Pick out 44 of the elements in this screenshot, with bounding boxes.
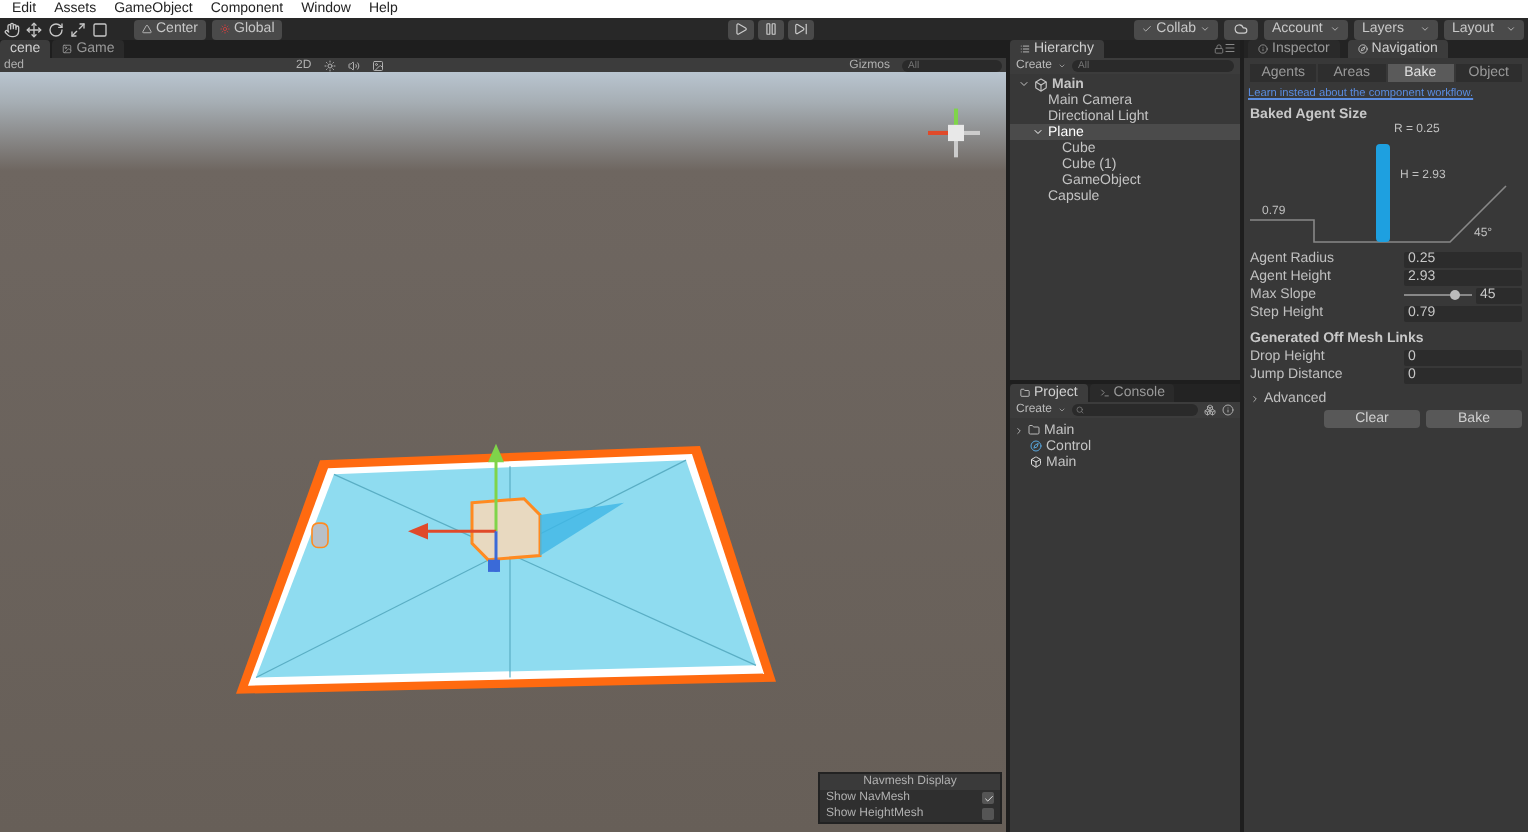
- check-icon: [983, 793, 993, 803]
- pause-icon: [764, 22, 779, 36]
- checkbox[interactable]: [982, 792, 994, 804]
- list-icon: [1020, 44, 1030, 54]
- hand-icon: [4, 21, 20, 37]
- lighting-icon: [323, 59, 336, 71]
- navmesh-asset-icon: [1030, 440, 1042, 452]
- filter-icon: [1204, 404, 1216, 416]
- folder-icon: [1028, 424, 1040, 436]
- caret-icon: [1330, 24, 1340, 34]
- cube-icon: [1034, 77, 1048, 91]
- pause-button[interactable]: [758, 19, 785, 39]
- step-icon: [794, 22, 809, 36]
- rotate-icon: [48, 21, 64, 37]
- navigation-icon: [1357, 44, 1368, 54]
- scene-icon: [1030, 456, 1042, 468]
- lock-icon: [1214, 44, 1224, 54]
- check-icon: [1142, 24, 1153, 34]
- move-gizmo-drawing: [408, 443, 504, 572]
- checkbox[interactable]: [982, 808, 994, 820]
- caret-icon: [1200, 24, 1210, 34]
- game-icon: [62, 44, 73, 54]
- folder-icon: [1020, 388, 1030, 398]
- slider-thumb[interactable]: [1450, 290, 1460, 301]
- capsule-drawing: [311, 522, 329, 549]
- menu-icon: [1224, 42, 1236, 54]
- play-button[interactable]: [728, 19, 755, 39]
- step-button[interactable]: [788, 19, 815, 39]
- cloud-icon: [1234, 22, 1248, 36]
- orientation-gizmo-icon: [928, 108, 980, 158]
- image-icon: [371, 59, 384, 71]
- cloud-button[interactable]: [1224, 19, 1258, 39]
- rect-tool-icon: [92, 21, 108, 37]
- move-icon: [26, 21, 42, 37]
- info-icon: [1258, 44, 1268, 54]
- console-icon: [1099, 388, 1110, 398]
- scale-icon: [70, 21, 86, 37]
- play-icon: [734, 22, 749, 36]
- search-icon: [1076, 406, 1085, 414]
- caret-icon: [1420, 24, 1430, 34]
- audio-icon: [347, 59, 360, 71]
- caret-icon: [1506, 24, 1516, 34]
- project-search-field[interactable]: [1072, 404, 1198, 416]
- pivot-icon: [142, 24, 152, 34]
